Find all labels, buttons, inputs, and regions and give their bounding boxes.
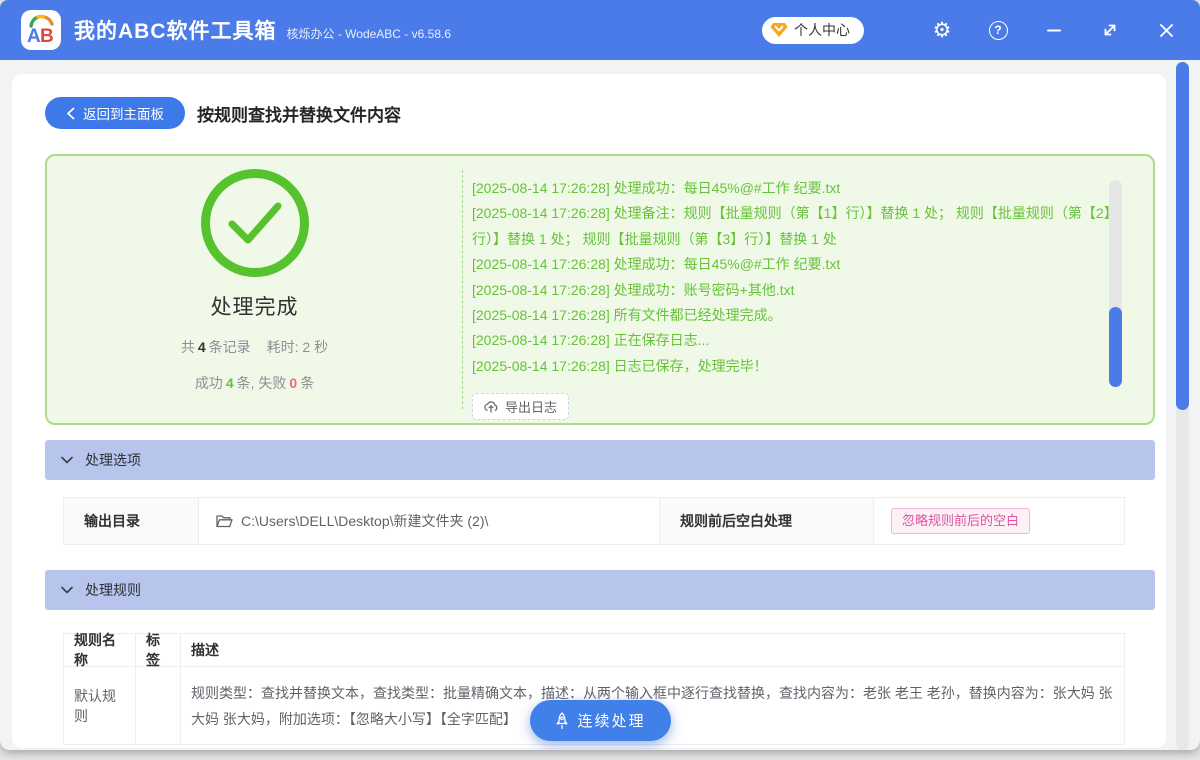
screen: A B 我的ABC软件工具箱 核烁办公 - WodeABC - v6.58.6 … bbox=[0, 0, 1200, 760]
minimize-button[interactable] bbox=[1026, 0, 1082, 60]
user-center-label: 个人中心 bbox=[794, 22, 850, 38]
page-title: 按规则查找并替换文件内容 bbox=[197, 105, 401, 125]
export-log-label: 导出日志 bbox=[505, 400, 558, 415]
close-button[interactable] bbox=[1138, 0, 1194, 60]
result-panel: 处理完成 共 4 条记录 耗时: 2 秒 成功 4 条, 失败 0 条 [2025-08-14… bbox=[45, 154, 1155, 425]
app-logo: A B bbox=[21, 10, 61, 50]
upload-icon bbox=[484, 401, 498, 413]
log-scrollbar-thumb[interactable] bbox=[1109, 307, 1122, 387]
fail-count: 0 bbox=[289, 375, 298, 391]
svg-text:A: A bbox=[27, 26, 41, 47]
rule-tag bbox=[136, 667, 181, 744]
content-card: 返回到主面板 按规则查找并替换文件内容 处理完成 共 4 条记录 耗时: 2 秒 成功… bbox=[12, 74, 1166, 748]
rules-table-header: 规则名称 标签 描述 bbox=[64, 632, 1124, 668]
section-title-options: 处理选项 bbox=[85, 452, 141, 468]
log-line: [2025-08-14 17:26:28] 正在保存日志... bbox=[472, 332, 710, 349]
col-tag: 标签 bbox=[136, 632, 181, 668]
gear-icon: ⚙ bbox=[932, 17, 952, 42]
app-title: 我的ABC软件工具箱 bbox=[74, 20, 277, 43]
chevron-down-icon bbox=[61, 586, 73, 594]
maximize-button[interactable] bbox=[1082, 0, 1138, 60]
rule-name: 默认规则 bbox=[64, 667, 136, 744]
back-to-main-button[interactable]: 返回到主面板 bbox=[45, 97, 185, 129]
whitespace-label: 规则前后空白处理 bbox=[659, 498, 874, 544]
stats-total-line: 共 4 条记录 耗时: 2 秒 bbox=[180, 339, 329, 355]
page-header: 返回到主面板 按规则查找并替换文件内容 bbox=[45, 97, 401, 129]
vip-gem-icon bbox=[770, 23, 788, 37]
output-dir-path: C:\Users\DELL\Desktop\新建文件夹 (2)\ bbox=[241, 513, 489, 529]
total-count: 4 bbox=[197, 339, 206, 355]
section-header-rules[interactable]: 处理规则 bbox=[45, 570, 1155, 610]
log-line: [2025-08-14 17:26:28] 处理成功：每日45%@#工作 纪要.… bbox=[472, 256, 841, 273]
titlebar: A B 我的ABC软件工具箱 核烁办公 - WodeABC - v6.58.6 … bbox=[0, 0, 1200, 60]
help-button[interactable]: ? bbox=[970, 0, 1026, 60]
page-scrollbar[interactable] bbox=[1176, 62, 1189, 750]
app-window: A B 我的ABC软件工具箱 核烁办公 - WodeABC - v6.58.6 … bbox=[0, 0, 1200, 750]
folder-open-icon bbox=[216, 515, 233, 528]
export-log-button[interactable]: 导出日志 bbox=[472, 393, 570, 420]
close-icon bbox=[1159, 23, 1173, 37]
minimize-icon bbox=[1047, 29, 1061, 32]
log-line: [2025-08-14 17:26:28] 处理成功：账号密码+其他.txt bbox=[472, 281, 795, 298]
log-line: [2025-08-14 17:26:28] 所有文件都已经处理完成。 bbox=[472, 307, 782, 324]
chevron-down-icon bbox=[61, 456, 73, 464]
whitespace-value: 忽略规则前后的空白 bbox=[874, 498, 1124, 544]
svg-text:B: B bbox=[40, 26, 54, 47]
success-count: 4 bbox=[225, 375, 234, 391]
app-logo-icon: A B bbox=[27, 14, 54, 47]
rocket-icon bbox=[556, 711, 569, 729]
status-title: 处理完成 bbox=[210, 296, 299, 319]
log-line: [2025-08-14 17:26:28] 处理成功：每日45%@#工作 纪要.… bbox=[472, 180, 841, 196]
success-check-icon bbox=[200, 169, 309, 277]
section-header-options[interactable]: 处理选项 bbox=[45, 440, 1155, 480]
output-dir-label: 输出目录 bbox=[64, 498, 199, 544]
continue-process-button[interactable]: 连续处理 bbox=[530, 700, 671, 741]
whitespace-badge: 忽略规则前后的空白 bbox=[891, 508, 1031, 534]
continue-button-label: 连续处理 bbox=[577, 713, 646, 730]
result-summary: 处理完成 共 4 条记录 耗时: 2 秒 成功 4 条, 失败 0 条 bbox=[47, 156, 462, 423]
app-subtitle: 核烁办公 - WodeABC - v6.58.6 bbox=[286, 26, 452, 41]
output-dir-value: C:\Users\DELL\Desktop\新建文件夹 (2)\ bbox=[199, 498, 659, 544]
titlebar-controls: 个人中心 ⚙ ? bbox=[762, 0, 1200, 60]
back-button-label: 返回到主面板 bbox=[83, 107, 164, 122]
chevron-left-icon bbox=[67, 107, 75, 119]
user-center-button[interactable]: 个人中心 bbox=[762, 16, 864, 44]
help-icon: ? bbox=[988, 20, 1008, 40]
options-row: 输出目录 C:\Users\DELL\Desktop\新建文件夹 (2)\ 规则… bbox=[63, 497, 1125, 545]
log-line: [2025-08-14 17:26:28] 处理备注：规则【批量规则（第【1】行… bbox=[472, 205, 1118, 247]
col-rule-name: 规则名称 bbox=[64, 632, 136, 668]
col-description: 描述 bbox=[191, 642, 219, 658]
page-scrollbar-thumb[interactable] bbox=[1176, 62, 1189, 410]
time-spent: 耗时: 2 秒 bbox=[266, 339, 329, 355]
section-title-rules: 处理规则 bbox=[85, 582, 141, 598]
log-scrollbar[interactable] bbox=[1109, 180, 1122, 387]
panel-divider bbox=[462, 170, 463, 409]
settings-button[interactable]: ⚙ bbox=[914, 0, 970, 60]
log-line: [2025-08-14 17:26:28] 日志已保存，处理完毕！ bbox=[472, 357, 768, 374]
resize-diagonal-icon bbox=[1104, 24, 1116, 36]
stats-result-line: 成功 4 条, 失败 0 条 bbox=[194, 375, 315, 391]
log-list: [2025-08-14 17:26:28] 处理成功：每日45%@#工作 纪要.… bbox=[472, 176, 1132, 379]
